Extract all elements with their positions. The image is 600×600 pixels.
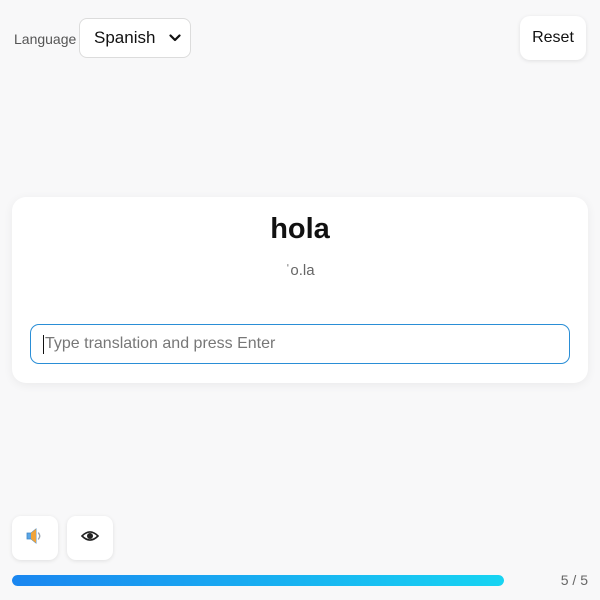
progress-counter: 5 / 5 (560, 572, 588, 588)
progress-bar-fill (12, 575, 504, 586)
word-title: hola (270, 213, 330, 245)
eye-icon (80, 529, 100, 547)
reset-button[interactable]: Reset (520, 16, 586, 60)
speaker-icon (25, 527, 45, 550)
translation-input-placeholder: Type translation and press Enter (45, 335, 276, 352)
play-audio-button[interactable] (12, 516, 58, 560)
progress-bar (12, 575, 504, 586)
language-select-value: Spanish (94, 28, 156, 47)
language-label: Language (14, 31, 77, 47)
word-card: hola ˈo.la Type translation and press En… (12, 197, 588, 383)
language-select[interactable]: Spanish (79, 18, 191, 58)
translation-input[interactable]: Type translation and press Enter (30, 324, 570, 364)
reveal-button[interactable] (67, 516, 113, 560)
flashcard-app: Language Spanish Reset hola ˈo.la Type t… (0, 0, 600, 600)
text-caret (43, 334, 44, 354)
pronunciation-text: ˈo.la (285, 262, 315, 279)
chevron-down-icon (168, 31, 182, 45)
